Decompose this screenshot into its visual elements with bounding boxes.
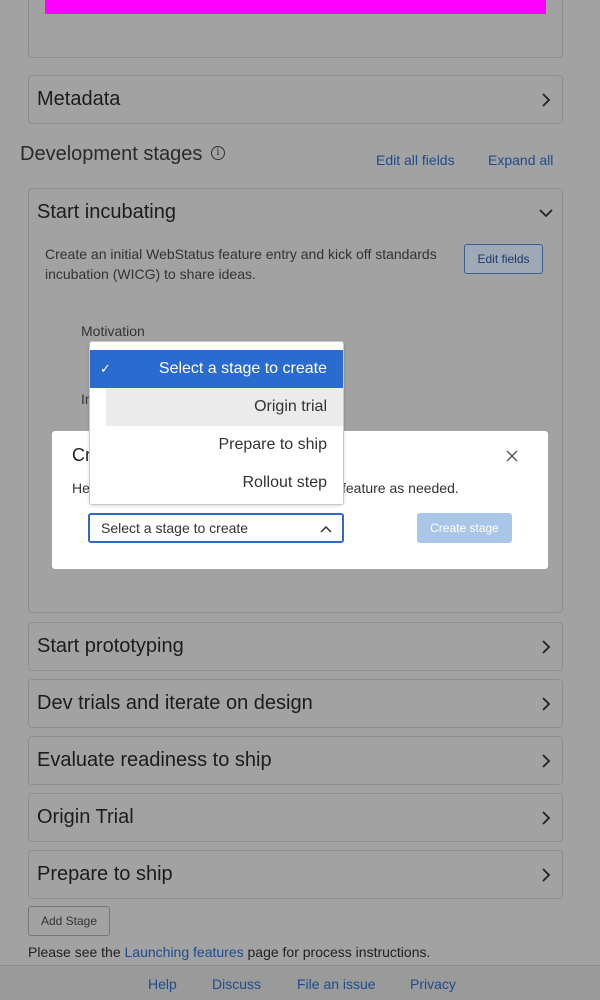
start-prototyping-section[interactable]: Start prototyping: [28, 622, 563, 671]
top-section-card: [28, 0, 563, 58]
chevron-right-icon[interactable]: [538, 92, 554, 108]
footer-file-issue-link[interactable]: File an issue: [297, 976, 376, 992]
dropdown-option-origin-trial[interactable]: Origin trial: [106, 388, 343, 426]
edit-all-fields-button[interactable]: Edit all fields: [376, 152, 455, 168]
chevron-right-icon[interactable]: [538, 810, 554, 826]
stage-select[interactable]: Select a stage to create: [88, 513, 344, 543]
section-title: Prepare to ship: [37, 863, 173, 885]
check-icon: ✓: [100, 361, 111, 376]
dropdown-option-prepare-to-ship[interactable]: Prepare to ship: [90, 426, 343, 464]
start-incubating-description: Create an initial WebStatus feature entr…: [45, 246, 437, 282]
metadata-section[interactable]: Metadata: [28, 75, 563, 124]
expand-all-button[interactable]: Expand all: [488, 152, 553, 168]
evaluate-readiness-section[interactable]: Evaluate readiness to ship: [28, 736, 563, 785]
dropdown-option-select-stage[interactable]: ✓ Select a stage to create: [90, 350, 343, 388]
chevron-right-icon[interactable]: [538, 867, 554, 883]
chevron-right-icon[interactable]: [538, 639, 554, 655]
magenta-bar: [45, 0, 546, 14]
footer: Help Discuss File an issue Privacy: [0, 965, 600, 1000]
stage-select-value: Select a stage to create: [101, 520, 249, 536]
development-stages-header: Development stages i Edit all fields Exp…: [20, 140, 580, 170]
create-stage-button[interactable]: Create stage: [417, 513, 512, 543]
dropdown-option-rollout-step[interactable]: Rollout step: [90, 464, 343, 502]
add-stage-button[interactable]: Add Stage: [28, 906, 110, 936]
chevron-up-icon: [320, 523, 332, 535]
process-note: Please see the Launching features page f…: [28, 944, 431, 960]
footer-help-link[interactable]: Help: [148, 976, 177, 992]
dialog-help-text-start: He: [72, 480, 90, 496]
chevron-right-icon[interactable]: [538, 753, 554, 769]
dev-trials-section[interactable]: Dev trials and iterate on design: [28, 679, 563, 728]
start-incubating-title: Start incubating: [37, 201, 176, 223]
footer-privacy-link[interactable]: Privacy: [410, 976, 456, 992]
development-stages-title: Development stages: [20, 143, 203, 165]
footer-discuss-link[interactable]: Discuss: [212, 976, 261, 992]
edit-fields-button[interactable]: Edit fields: [464, 244, 543, 274]
section-title: Start prototyping: [37, 635, 184, 657]
prepare-to-ship-section[interactable]: Prepare to ship: [28, 850, 563, 899]
chevron-right-icon[interactable]: [538, 696, 554, 712]
motivation-label: Motivation: [81, 323, 145, 339]
chevron-down-icon[interactable]: [538, 205, 554, 221]
origin-trial-section[interactable]: Origin Trial: [28, 793, 563, 842]
metadata-title: Metadata: [37, 88, 121, 110]
dialog-help-text-end: feature as needed.: [342, 480, 459, 496]
info-icon[interactable]: i: [211, 146, 225, 160]
section-title: Origin Trial: [37, 806, 134, 828]
launching-features-link[interactable]: Launching features: [125, 944, 244, 960]
close-icon[interactable]: [504, 448, 520, 464]
section-title: Evaluate readiness to ship: [37, 749, 272, 771]
section-title: Dev trials and iterate on design: [37, 692, 313, 714]
stage-dropdown-list: ✓ Select a stage to create Origin trial …: [89, 341, 344, 505]
